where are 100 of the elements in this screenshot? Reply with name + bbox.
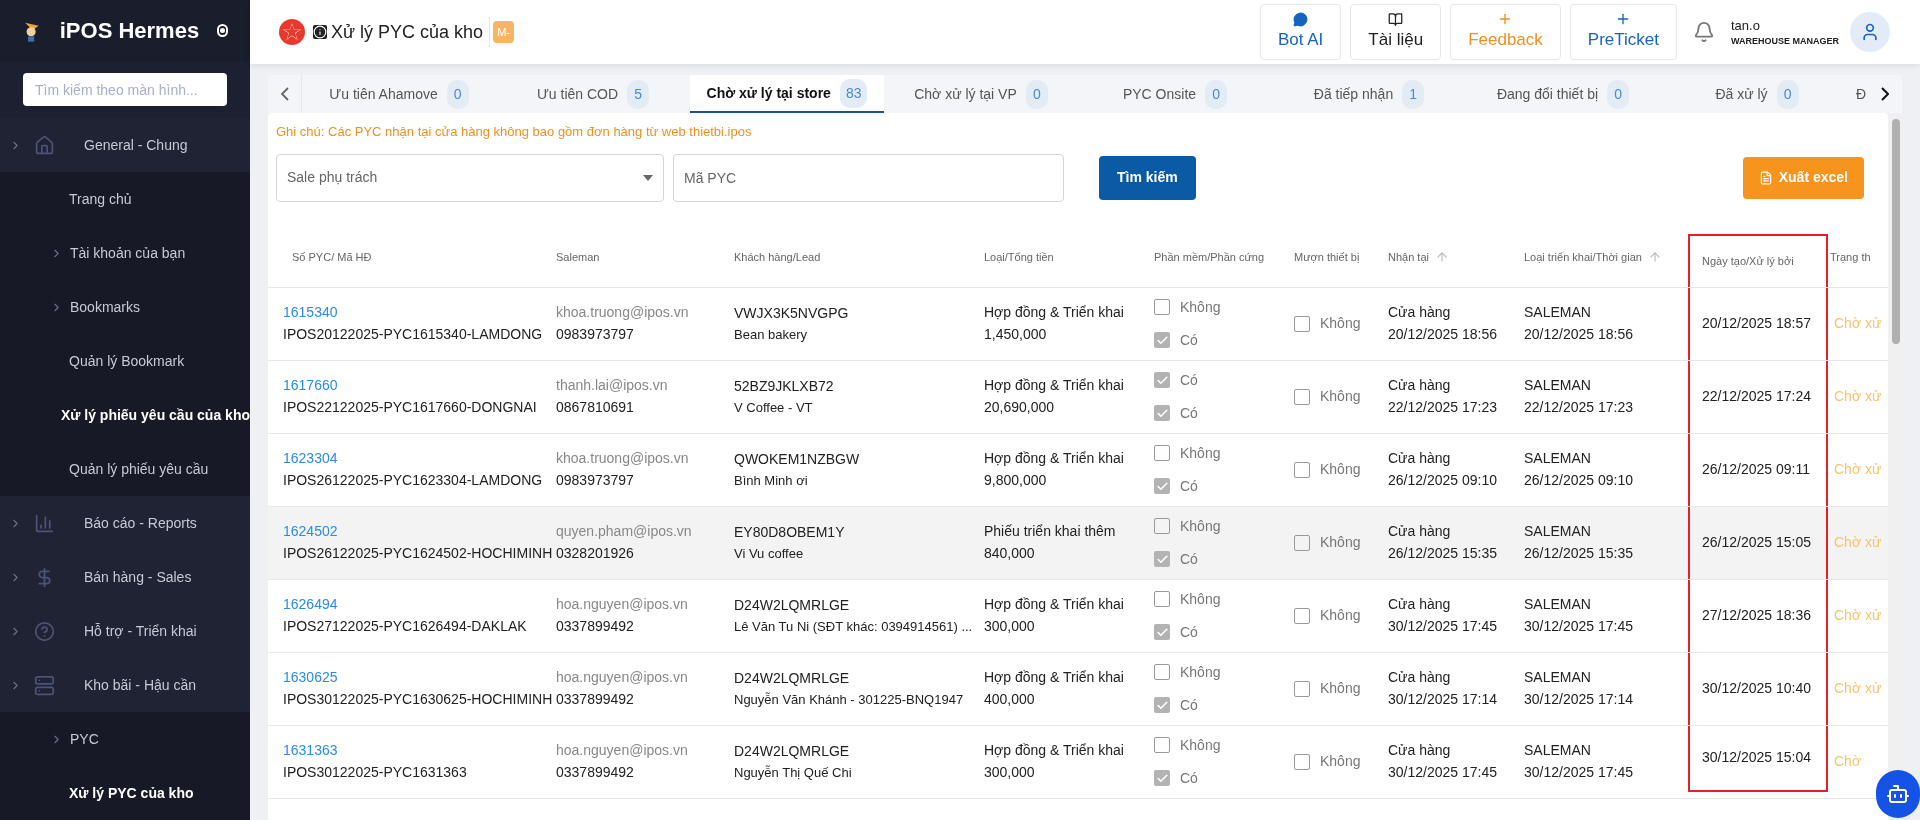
column-header: Số PYC/ Mã HĐ <box>291 249 373 265</box>
table-cell-text: 1,450,000 <box>984 325 1048 344</box>
checkbox[interactable] <box>1294 461 1310 478</box>
checkbox[interactable] <box>1294 753 1310 770</box>
tab[interactable]: Ưu tiên COD 5 <box>496 75 690 113</box>
sidebar-item[interactable]: Quản lý Bookmark <box>0 334 250 388</box>
table-cell-text: EY80D8OBEM1Y <box>734 522 846 542</box>
checkbox[interactable] <box>1154 405 1170 421</box>
sidebar-item[interactable]: Bookmarks <box>0 280 250 334</box>
scrollbar-thumb[interactable] <box>1892 119 1900 344</box>
checkbox[interactable] <box>1294 607 1310 624</box>
table-cell-text: Cửa hàng <box>1388 303 1452 322</box>
request-link[interactable]: 1626494 <box>283 594 550 615</box>
sale-select[interactable]: Sale phụ trách <box>276 153 664 202</box>
avatar[interactable] <box>1850 12 1890 52</box>
column-header: Phần mềm/Phần cứng <box>1153 249 1266 265</box>
table-row[interactable] <box>268 433 1888 507</box>
column-header[interactable]: Nhận tại <box>1382 227 1518 287</box>
sidebar-item[interactable]: Quản lý phiếu yêu cầu <box>0 442 250 496</box>
table-cell-text: Vi Vu coffee <box>734 544 805 563</box>
header-action-button[interactable]: Tài liệu <box>1350 4 1442 60</box>
table-cell-text: Hợp đồng & Triển khai <box>984 303 1125 322</box>
tab[interactable]: Chờ xử lý tại store 83 <box>690 75 884 113</box>
sidebar-item[interactable]: Xử lý phiếu yêu cầu của kho <box>0 388 250 442</box>
checkbox[interactable] <box>1294 680 1310 697</box>
group-icon <box>34 134 55 156</box>
checkbox-label: Không <box>1180 662 1221 682</box>
status-text: Chờ xử <box>1834 461 1882 477</box>
file-icon <box>1758 170 1773 185</box>
checkbox[interactable] <box>1294 388 1310 405</box>
checkbox[interactable] <box>1294 534 1310 551</box>
checkbox[interactable] <box>1154 737 1170 753</box>
group-icon <box>34 512 55 534</box>
table-cell-text: 300,000 <box>984 617 1036 636</box>
request-link[interactable]: 1623304 <box>283 448 550 469</box>
request-link[interactable]: 1617660 <box>283 375 550 396</box>
table-cell-text: 0867810691 <box>556 398 635 417</box>
tab[interactable]: Đã xử lý 0 <box>1660 75 1854 113</box>
table-cell-text: 30/12/2025 17:45 <box>1524 617 1634 636</box>
table-row[interactable] <box>268 287 1888 361</box>
checkbox[interactable] <box>1154 299 1170 315</box>
sidebar-item[interactable]: PYC <box>0 712 250 766</box>
table-cell-text: 30/12/2025 17:14 <box>1524 690 1634 709</box>
status-text: Chờ xử <box>1834 607 1882 623</box>
request-link[interactable]: 1631363 <box>283 740 550 761</box>
checkbox[interactable] <box>1154 332 1170 348</box>
checkbox[interactable] <box>1154 445 1170 461</box>
request-link[interactable]: 1615340 <box>283 302 550 323</box>
tab-count: 5 <box>627 79 650 109</box>
checkbox[interactable] <box>1154 770 1170 786</box>
table-row[interactable] <box>268 652 1888 726</box>
dropdown-icon <box>643 174 653 181</box>
table-row[interactable] <box>268 360 1888 434</box>
radio-icon[interactable] <box>217 24 228 37</box>
checkbox[interactable] <box>1154 478 1170 494</box>
checkbox[interactable] <box>1154 624 1170 640</box>
checkbox[interactable] <box>1294 315 1310 332</box>
search-button[interactable]: Tìm kiếm <box>1099 155 1196 200</box>
tab-count: 0 <box>1607 79 1630 109</box>
checkbox[interactable] <box>1154 664 1170 680</box>
tab[interactable]: Đã tiếp nhận 1 <box>1272 75 1466 113</box>
table-row[interactable] <box>268 579 1888 653</box>
code-field[interactable]: Mã PYC <box>673 153 1064 202</box>
sidebar-search-field[interactable]: Tìm kiếm theo màn hình... <box>23 73 227 106</box>
table-row[interactable] <box>268 506 1888 580</box>
checkbox-label: Không <box>1320 679 1361 698</box>
table-cell-text: 22/12/2025 17:23 <box>1388 398 1498 417</box>
checkbox[interactable] <box>1154 697 1170 713</box>
table-cell-text: 26/12/2025 15:35 <box>1524 544 1634 563</box>
tab-count: 0 <box>1776 79 1799 109</box>
tab[interactable]: Ưu tiên Ahamove 0 <box>302 75 496 113</box>
menu-badge: M- <box>493 20 514 44</box>
column-header[interactable]: Loại triển khai/Thời gian <box>1518 227 1688 287</box>
tab[interactable]: PYC Onsite 0 <box>1078 75 1272 113</box>
tab[interactable]: Đ <box>1854 75 1867 113</box>
sidebar-item[interactable]: Tài khoản của bạn <box>0 226 250 280</box>
sidebar-item[interactable]: Xử lý PYC của kho <box>0 766 250 820</box>
table-cell-text: IPOS22122025-PYC1617660-DONGNAI <box>283 398 538 417</box>
checkbox[interactable] <box>1154 591 1170 607</box>
checkbox-label: Không <box>1320 533 1361 552</box>
header-action-button[interactable]: Bot AI <box>1259 4 1342 60</box>
bell-icon[interactable] <box>1693 21 1715 43</box>
table-cell-text: 26/12/2025 09:11 <box>1702 460 1810 479</box>
checkbox-label: Không <box>1180 589 1221 609</box>
table-cell-text: 0337899492 <box>556 617 635 636</box>
table-cell-text: 52BZ9JKLXB72 <box>734 376 835 396</box>
status-text: Chờ xử <box>1834 680 1882 696</box>
table-cell-text: SALEMAN <box>1524 668 1592 687</box>
brand-name: iPOS Hermes <box>59 17 200 45</box>
checkbox[interactable] <box>1154 551 1170 567</box>
checkbox[interactable] <box>1154 518 1170 534</box>
table-cell-text: 22/12/2025 17:23 <box>1524 398 1634 417</box>
tab[interactable]: Chờ xử lý tại VP 0 <box>884 75 1078 113</box>
tab-count: 83 <box>839 78 868 108</box>
sidebar-item[interactable]: Trang chủ <box>0 172 250 226</box>
tab[interactable]: Đang đổi thiết bị 0 <box>1466 75 1660 113</box>
request-link[interactable]: 1630625 <box>283 667 550 688</box>
header-action-button[interactable]: PreTicket <box>1569 4 1677 60</box>
checkbox[interactable] <box>1154 372 1170 388</box>
table-cell-text: IPOS20122025-PYC1615340-LAMDONG <box>283 325 544 344</box>
